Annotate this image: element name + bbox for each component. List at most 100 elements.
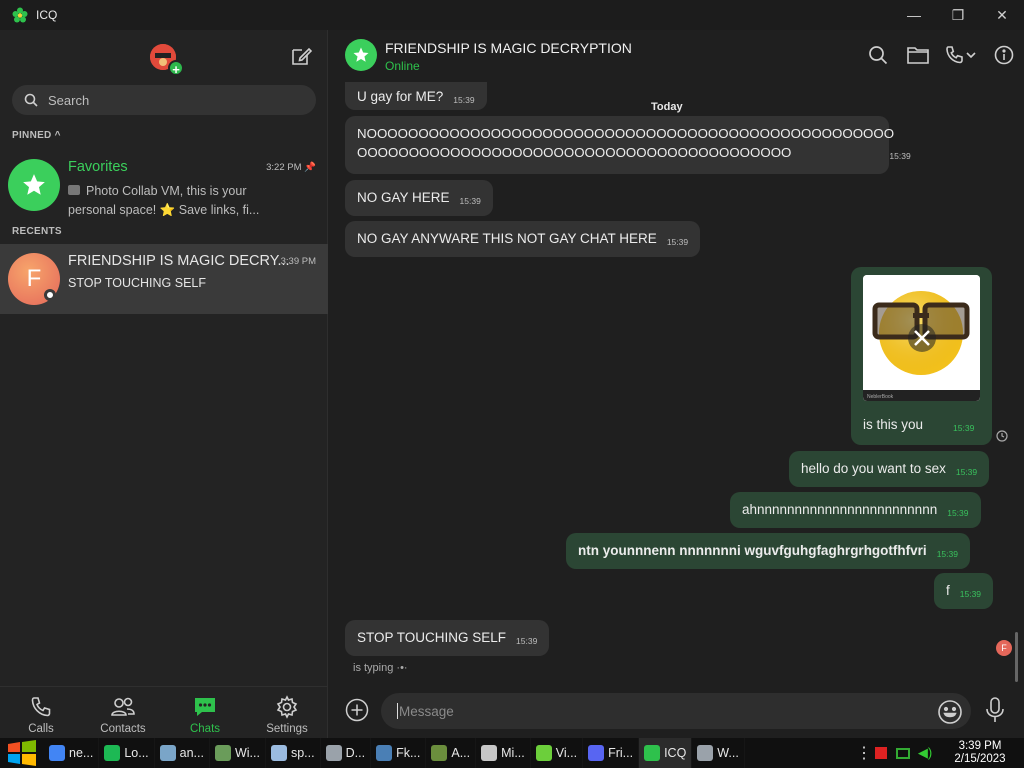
app-icon [697, 745, 714, 761]
clock[interactable]: 3:39 PM 2/15/2023 [936, 740, 1024, 766]
app-icon [270, 745, 287, 761]
app-icon [644, 745, 661, 761]
message-incoming[interactable]: NO GAY ANYWARE THIS NOT GAY CHAT HERE 15:… [345, 221, 701, 257]
network-icon[interactable] [892, 747, 914, 759]
taskbar-item[interactable]: sp... [266, 738, 321, 768]
message-input[interactable]: Message [381, 693, 971, 729]
app-icon [376, 745, 393, 761]
nerd-emoji-image: NeblerBook [863, 275, 980, 401]
call-button[interactable] [938, 42, 984, 68]
contacts-icon [111, 697, 135, 716]
search-input[interactable]: Search [12, 85, 316, 115]
phone-dropdown-icon [946, 46, 976, 64]
taskbar-item[interactable]: D... [321, 738, 372, 768]
profile-avatar[interactable]: + [150, 44, 184, 77]
message-outgoing-image[interactable]: NeblerBook is this you 15:39 [851, 267, 992, 445]
chat-title: FRIENDSHIP IS MAGIC DECRYPTION [385, 40, 632, 56]
chat-name: FRIENDSHIP IS MAGIC DECRY... [68, 253, 290, 269]
info-button[interactable] [984, 42, 1024, 68]
search-button[interactable] [858, 42, 898, 68]
chat-list-item-favorites[interactable]: Favorites 3:22 PM 📌 Photo Collab VM, thi… [0, 150, 328, 220]
pinned-section-label[interactable]: PINNED ^ [12, 130, 61, 141]
taskbar-item[interactable]: Vi... [531, 738, 584, 768]
sent-image[interactable]: NeblerBook [863, 275, 980, 401]
chat-bubble-icon [195, 698, 215, 716]
chat-preview: STOP TOUCHING SELF [68, 276, 207, 290]
message-incoming[interactable]: NOOOOOOOOOOOOOOOOOOOOOOOOOOOOOOOOOOOOOOO… [345, 116, 911, 174]
search-icon [24, 93, 38, 107]
gear-icon [276, 695, 298, 719]
app-icon [481, 745, 498, 761]
taskbar-item[interactable]: ne... [44, 738, 100, 768]
nav-calls[interactable]: Calls [0, 687, 82, 738]
volume-icon[interactable]: ◀) [914, 745, 936, 761]
taskbar-item[interactable]: W... [692, 738, 745, 768]
chat-time: 3:39 PM [280, 256, 316, 267]
taskbar-item[interactable]: Lo... [99, 738, 155, 768]
nav-chats[interactable]: Chats [164, 687, 246, 738]
search-placeholder: Search [48, 92, 90, 108]
chat-list-item-friendship[interactable]: F FRIENDSHIP IS MAGIC DECRY... 3:39 PM S… [0, 244, 328, 314]
message-outgoing[interactable]: ntn younnnenn nnnnnnni wguvfguhgfaghrgrh… [566, 533, 970, 569]
message-list[interactable]: U gay for ME? 15:39 Today NOOOOOOOOOOOOOO… [329, 82, 1024, 682]
taskbar-item-label: Lo... [124, 746, 149, 760]
chat-avatar[interactable] [345, 39, 377, 71]
taskbar-item[interactable]: Fri... [583, 738, 640, 768]
compose-icon[interactable] [289, 44, 313, 68]
maximize-button[interactable]: ❐ [936, 0, 980, 30]
pin-icon: 📌 [304, 162, 316, 173]
close-button[interactable]: ✕ [980, 0, 1024, 30]
window-title: ICQ [36, 8, 58, 22]
message-outgoing[interactable]: ahnnnnnnnnnnnnnnnnnnnnnnnn 15:39 [730, 492, 981, 528]
taskbar-item[interactable]: A... [426, 738, 477, 768]
nav-contacts[interactable]: Contacts [82, 687, 164, 738]
attach-plus-icon[interactable] [345, 698, 369, 722]
typing-indicator: is typing ·•· [353, 662, 408, 674]
search-icon [869, 46, 888, 65]
message-outgoing[interactable]: hello do you want to sex 15:39 [789, 451, 990, 487]
nav-settings[interactable]: Settings [246, 687, 328, 738]
taskbar-item-label: D... [345, 746, 366, 760]
taskbar-item-label: Vi... [555, 746, 578, 760]
friendship-avatar: F [8, 253, 60, 305]
files-button[interactable] [898, 42, 938, 68]
start-button[interactable] [0, 738, 44, 768]
add-status-icon[interactable]: + [168, 60, 184, 77]
app-icon [159, 745, 176, 761]
minimize-button[interactable]: — [892, 0, 936, 30]
recents-section-label: RECENTS [12, 226, 62, 237]
taskbar-item-label: an... [179, 746, 204, 760]
taskbar-item-label: sp... [290, 746, 315, 760]
taskbar-item-label: W... [717, 746, 739, 760]
app-icon [214, 745, 231, 761]
taskbar-item[interactable]: Fk... [371, 738, 427, 768]
folder-icon [907, 47, 929, 64]
taskbar-item[interactable]: ICQ [639, 738, 693, 768]
taskbar-item[interactable]: Wi... [210, 738, 266, 768]
taskbar-item[interactable]: an... [155, 738, 210, 768]
favorites-avatar [8, 159, 60, 211]
icq-window: ICQ — ❐ ✕ + Search PINNED ^ Favorites 3:… [0, 0, 1024, 738]
chat-preview: Photo Collab VM, this is your personal s… [68, 184, 260, 217]
taskbar-item[interactable]: Mi... [476, 738, 531, 768]
message-incoming[interactable]: STOP TOUCHING SELF 15:39 [345, 620, 550, 656]
taskbar-item-label: ne... [69, 746, 94, 760]
message-outgoing[interactable]: f 15:39 [934, 573, 994, 609]
title-bar: ICQ — ❐ ✕ [0, 0, 1024, 30]
emoji-icon[interactable] [937, 699, 963, 725]
chat-name: Favorites [68, 159, 128, 175]
chat-panel: FRIENDSHIP IS MAGIC DECRYPTION Online U … [329, 30, 1024, 738]
taskbar-item-label: Wi... [234, 746, 260, 760]
star-icon [23, 174, 45, 195]
flag-icon[interactable] [870, 747, 892, 759]
message-incoming[interactable]: NO GAY HERE 15:39 [345, 180, 493, 216]
scrollbar[interactable] [1015, 632, 1018, 682]
message-incoming[interactable]: U gay for ME? 15:39 [345, 82, 487, 110]
windows-logo-icon [8, 740, 36, 766]
info-icon [994, 45, 1014, 65]
icq-flower-icon [12, 7, 28, 23]
app-icon [104, 745, 121, 761]
microphone-icon[interactable] [985, 696, 1005, 724]
more-icon[interactable]: ⋮ [856, 743, 872, 763]
app-icon [431, 745, 448, 761]
